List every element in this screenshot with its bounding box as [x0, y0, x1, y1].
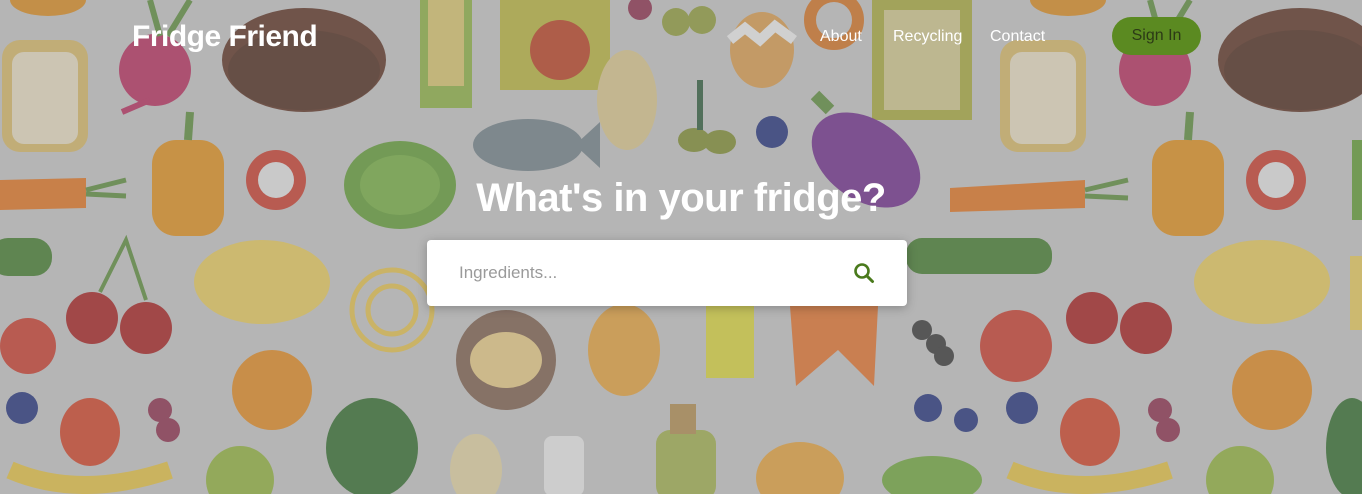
- search-bar: [427, 240, 907, 306]
- hero-title: What's in your fridge?: [476, 176, 886, 220]
- nav-link-recycling[interactable]: Recycling: [893, 28, 962, 46]
- nav-link-about[interactable]: About: [820, 28, 862, 46]
- sign-in-label: Sign In: [1131, 27, 1182, 44]
- search-button[interactable]: [847, 257, 881, 289]
- sign-in-button[interactable]: Sign In: [1112, 17, 1201, 55]
- brand-logo[interactable]: Fridge Friend: [132, 20, 318, 54]
- nav-link-contact[interactable]: Contact: [990, 28, 1045, 46]
- ingredients-search-input[interactable]: [427, 240, 827, 306]
- search-icon: [854, 263, 874, 283]
